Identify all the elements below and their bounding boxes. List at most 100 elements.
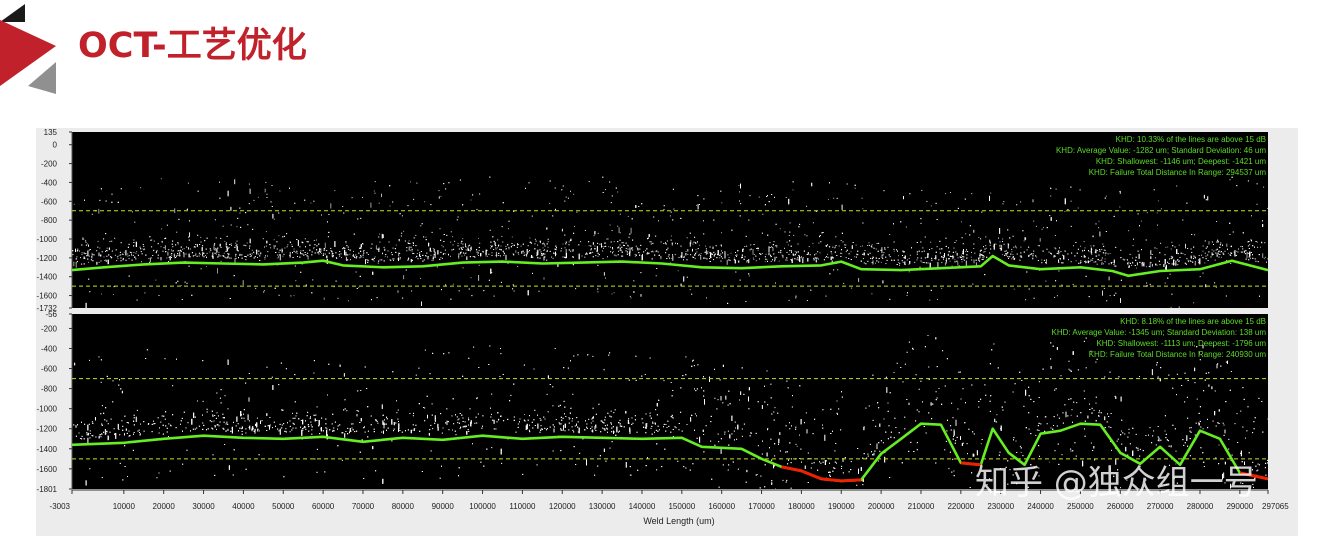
noise-point <box>610 251 612 253</box>
noise-point <box>999 247 1001 249</box>
noise-point <box>304 199 306 201</box>
noise-point <box>1041 262 1043 264</box>
noise-point <box>794 251 796 253</box>
noise-point <box>848 253 850 255</box>
noise-point <box>189 248 191 250</box>
noise-point <box>1229 254 1231 256</box>
noise-point <box>122 258 124 260</box>
noise-point <box>390 259 392 261</box>
noise-point <box>780 250 782 252</box>
noise-point <box>1186 258 1188 260</box>
noise-point <box>564 256 566 258</box>
noise-point <box>367 260 369 262</box>
noise-point <box>1145 266 1147 268</box>
noise-point <box>1002 203 1004 205</box>
noise-point <box>1151 254 1153 255</box>
noise-point <box>586 253 588 255</box>
noise-point <box>520 245 522 247</box>
noise-point <box>244 256 246 257</box>
noise-point <box>882 280 884 284</box>
noise-point <box>602 192 604 193</box>
noise-point <box>1182 253 1184 255</box>
noise-point <box>171 257 172 258</box>
noise-point <box>845 257 847 259</box>
noise-point <box>1115 292 1117 294</box>
noise-point <box>762 213 764 215</box>
noise-point <box>603 246 605 248</box>
noise-point <box>202 245 204 247</box>
noise-point <box>625 250 627 252</box>
noise-point <box>889 298 891 300</box>
noise-point <box>553 252 555 254</box>
noise-point <box>738 260 740 262</box>
noise-point <box>81 244 83 246</box>
noise-point <box>774 196 775 198</box>
noise-point <box>796 259 798 261</box>
noise-point <box>343 212 345 214</box>
noise-point <box>923 250 925 252</box>
noise-point <box>999 244 1001 246</box>
noise-point <box>945 245 947 247</box>
noise-point <box>1113 259 1115 264</box>
noise-point <box>1005 250 1007 252</box>
noise-point <box>1032 258 1034 260</box>
noise-point <box>1093 261 1095 263</box>
noise-point <box>282 236 284 238</box>
noise-point <box>703 220 704 222</box>
noise-point <box>1171 293 1173 295</box>
noise-point <box>544 249 546 251</box>
noise-point <box>626 253 628 255</box>
noise-point <box>1257 246 1259 248</box>
noise-point <box>815 253 817 255</box>
noise-point <box>404 240 406 242</box>
noise-point <box>612 248 614 250</box>
noise-point <box>939 252 941 254</box>
noise-point <box>785 196 787 198</box>
noise-point <box>844 244 846 246</box>
noise-point <box>474 256 476 258</box>
noise-point <box>300 250 302 252</box>
noise-point <box>594 245 596 247</box>
noise-point <box>808 246 810 248</box>
noise-point <box>305 284 307 286</box>
noise-point <box>690 254 692 256</box>
noise-point <box>1190 248 1192 250</box>
noise-point <box>349 253 351 255</box>
noise-point <box>627 248 629 250</box>
noise-point <box>1193 246 1195 248</box>
noise-point <box>770 254 771 256</box>
noise-point <box>378 260 380 262</box>
noise-point <box>1016 253 1018 255</box>
noise-point <box>1261 241 1262 243</box>
noise-point <box>454 240 456 242</box>
noise-point <box>773 241 775 243</box>
noise-point <box>393 258 395 260</box>
noise-point <box>511 236 513 238</box>
noise-point <box>196 255 198 257</box>
noise-point <box>353 233 355 235</box>
noise-point <box>491 246 492 248</box>
noise-point <box>140 251 142 253</box>
noise-point <box>472 256 474 258</box>
noise-point <box>542 247 544 249</box>
noise-point <box>316 239 317 241</box>
noise-point <box>888 254 890 256</box>
noise-point <box>867 260 869 262</box>
noise-point <box>411 259 413 261</box>
noise-point <box>289 241 291 243</box>
noise-point <box>669 257 670 259</box>
noise-point <box>247 254 249 256</box>
noise-point <box>578 244 580 246</box>
noise-point <box>114 254 116 256</box>
noise-point <box>1220 242 1222 244</box>
noise-point <box>313 247 315 248</box>
noise-point <box>957 257 959 259</box>
noise-point <box>544 245 546 247</box>
noise-point <box>534 243 536 245</box>
noise-point <box>1008 244 1010 246</box>
noise-point <box>195 253 197 255</box>
noise-point <box>706 258 708 260</box>
noise-point <box>776 256 778 258</box>
noise-point <box>870 245 872 247</box>
noise-point <box>79 250 80 252</box>
